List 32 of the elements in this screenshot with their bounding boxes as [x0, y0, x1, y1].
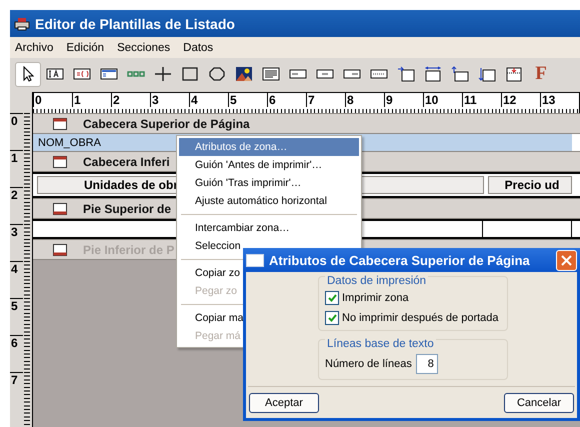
ruler-number: 6	[267, 93, 306, 107]
ruler-number: 8	[345, 93, 384, 107]
dialog-title: Atributos de Cabecera Superior de Página	[269, 252, 531, 268]
ruler-number: 6	[10, 335, 23, 372]
ruler-number: 4	[10, 261, 23, 298]
section-title: Cabecera Inferi	[83, 154, 170, 168]
checkbox-label: Imprimir zona	[342, 292, 409, 304]
field-label: Número de líneas	[325, 358, 412, 370]
ruler-number: 11	[462, 93, 501, 107]
ruler-number: 3	[150, 93, 189, 107]
ruler-number: 1	[10, 150, 23, 187]
ruler-number: 7	[10, 372, 23, 409]
ruler-number: 9	[384, 93, 423, 107]
ruler-number: 12	[501, 93, 540, 107]
group-title: Líneas base de texto	[325, 338, 436, 350]
section-title: Pie Superior de	[83, 202, 172, 216]
ruler-number: 3	[10, 224, 23, 261]
window-title: Editor de Plantillas de Listado	[35, 16, 235, 32]
group-title: Datos de impresión	[325, 275, 428, 287]
ruler-number: 0	[10, 113, 23, 150]
section-title: Cabecera Superior de Página	[83, 116, 250, 130]
ruler-number: 5	[228, 93, 267, 107]
ruler-number: 13	[540, 93, 579, 107]
ruler-number: 5	[10, 298, 23, 335]
ruler-number: 10	[423, 93, 462, 107]
ruler-number: 2	[111, 93, 150, 107]
ruler-number: 1	[72, 93, 111, 107]
ruler-number: 2	[10, 187, 23, 224]
ruler-number: 0	[33, 93, 72, 107]
checkbox-label: No imprimir después de portada	[342, 312, 499, 324]
ruler-number: 4	[189, 93, 228, 107]
ruler-number: 7	[306, 93, 345, 107]
